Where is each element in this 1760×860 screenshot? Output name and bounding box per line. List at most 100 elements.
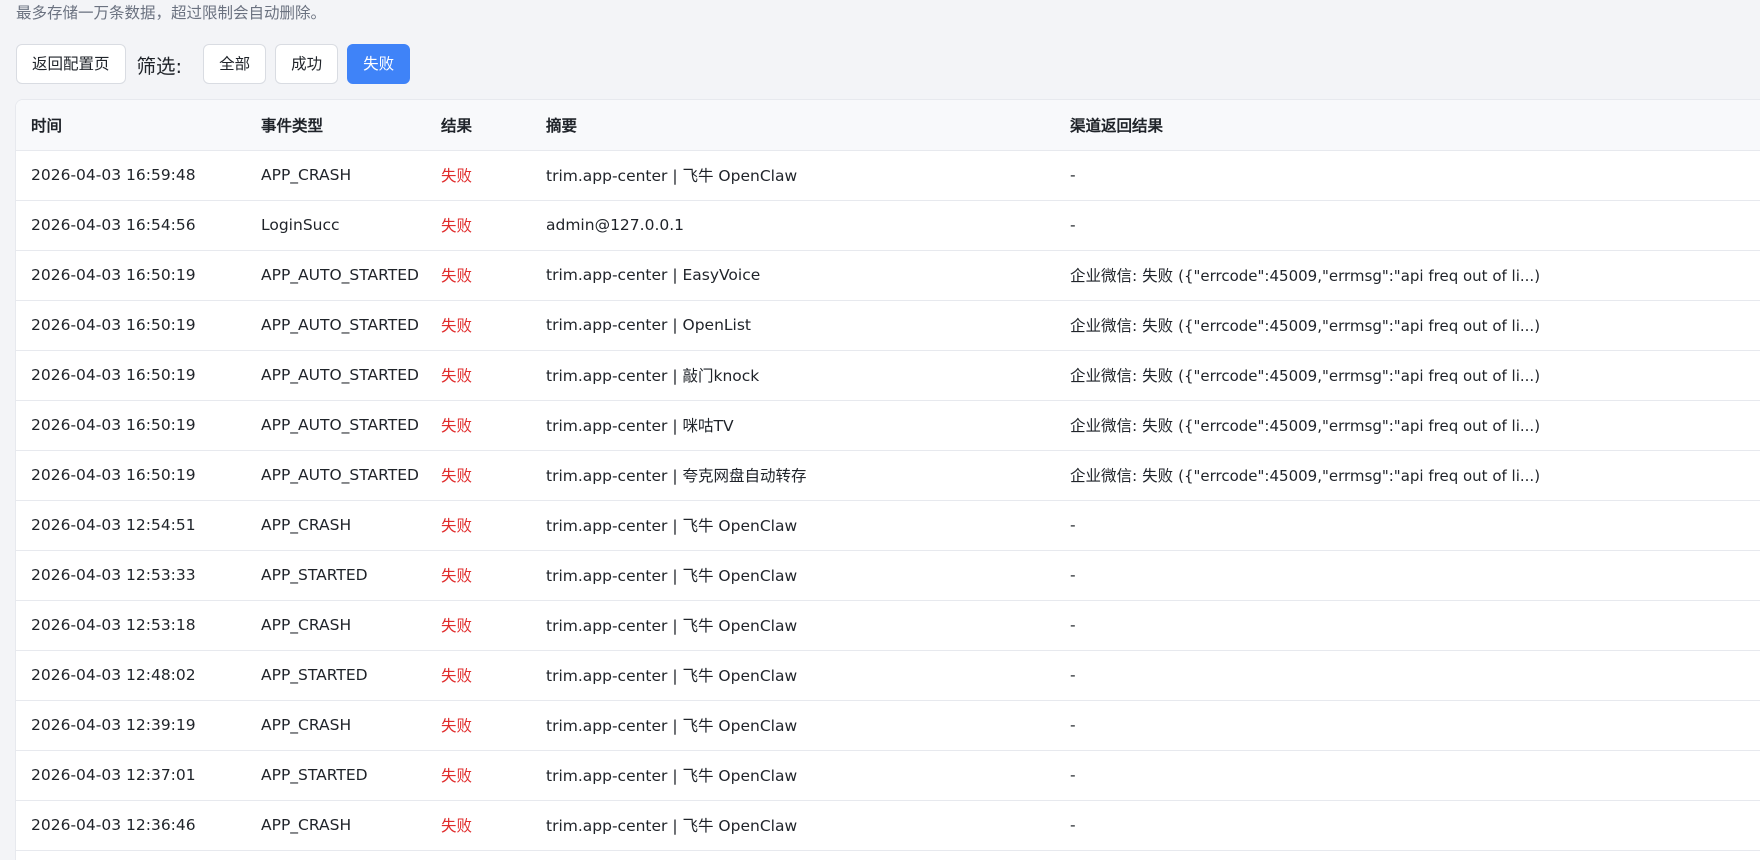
table-row: 2026-04-03 12:36:46 APP_CRASH 失败 trim.app-c… (16, 800, 1760, 851)
channel-status: - (1070, 666, 1076, 684)
cell-summary: trim.app-center | EasyVoice (531, 250, 1055, 301)
table-header-row: 时间 事件类型 结果 摘要 渠道返回结果 (16, 100, 1760, 151)
cell-result: 失败 (426, 800, 531, 851)
cell-event-type: APP_AUTO_STARTED (246, 400, 426, 451)
cell-event-type: APP_STARTED (246, 550, 426, 601)
cell-event-type: APP_AUTO_STARTED (246, 300, 426, 351)
channel-detail: ({"errcode":45009,"errmsg":"api freq out… (1178, 317, 1541, 335)
cell-time: 2026-04-03 12:53:33 (16, 550, 246, 601)
cell-time: 2026-04-03 16:50:19 (16, 400, 246, 451)
cell-summary: trim.app-center | 飞牛 OpenClaw (531, 750, 1055, 801)
column-header-time: 时间 (16, 100, 246, 151)
cell-result: 失败 (426, 250, 531, 301)
storage-notice: 最多存储一万条数据，超过限制会自动删除。 (16, 4, 327, 22)
cell-channel-result: - (1055, 600, 1760, 651)
cell-channel-result: 企业微信: 失败 ({"errcode":45009,"errmsg":"api… (1055, 400, 1760, 451)
cell-time: 2026-04-03 16:54:56 (16, 200, 246, 251)
cell-result: 失败 (426, 650, 531, 701)
cell-result: 失败 (426, 350, 531, 401)
cell-time: 2026-04-03 16:50:19 (16, 450, 246, 501)
cell-channel-result: - (1055, 500, 1760, 551)
table-row: 2026-04-03 12:48:02 APP_STARTED 失败 trim.app… (16, 650, 1760, 701)
cell-result: 失败 (426, 300, 531, 351)
channel-status: - (1070, 716, 1076, 734)
cell-time: 2026-04-03 12:37:01 (16, 750, 246, 801)
cell-event-type: APP_AUTO_STARTED (246, 250, 426, 301)
channel-status: - (1070, 516, 1076, 534)
column-header-event-type: 事件类型 (246, 100, 426, 151)
toolbar: 返回配置页 筛选: 全部 成功 失败 (16, 44, 419, 84)
table-row: 2026-04-03 16:50:19 APP_AUTO_STARTED 失败 tri… (16, 400, 1760, 451)
channel-detail: ({"errcode":45009,"errmsg":"api freq out… (1178, 267, 1541, 285)
cell-time: 2026-04-03 16:50:19 (16, 300, 246, 351)
filter-label: 筛选: (136, 54, 183, 78)
table-row: 2026-04-03 16:50:19 APP_AUTO_STARTED 失败 tri… (16, 300, 1760, 351)
cell-summary: trim.app-center | 飞牛 OpenClaw (531, 550, 1055, 601)
column-header-summary: 摘要 (531, 100, 1055, 151)
channel-detail: ({"errcode":45009,"errmsg":"api freq out… (1178, 417, 1541, 435)
cell-event-type: APP_CRASH (246, 800, 426, 851)
cell-channel-result: - (1055, 150, 1760, 201)
channel-status: - (1070, 216, 1076, 234)
table-row: 2026-04-03 16:50:19 APP_AUTO_STARTED 失败 tri… (16, 250, 1760, 301)
event-log-table: 时间 事件类型 结果 摘要 渠道返回结果 2026-04-03 16:59:48… (15, 99, 1760, 860)
cell-result: 失败 (426, 700, 531, 751)
cell-summary: trim.app-center | 飞牛 OpenClaw (531, 650, 1055, 701)
cell-event-type: APP_CRASH (246, 600, 426, 651)
cell-time: 2026-04-03 12:39:19 (16, 700, 246, 751)
cell-channel-result: 企业微信: 失败 ({"errcode":45009,"errmsg":"api… (1055, 300, 1760, 351)
cell-time: 2026-04-03 12:48:02 (16, 650, 246, 701)
cell-summary: trim.app-center | 夸克网盘自动转存 (531, 450, 1055, 501)
cell-result: 失败 (426, 600, 531, 651)
channel-status: - (1070, 616, 1076, 634)
filter-all-button[interactable]: 全部 (203, 44, 267, 84)
table-row: 2026-04-03 12:37:01 APP_STARTED 失败 trim.app… (16, 750, 1760, 801)
channel-status: 企业微信: 失败 (1070, 367, 1174, 385)
cell-result: 失败 (426, 750, 531, 801)
cell-channel-result: - (1055, 750, 1760, 801)
cell-result: 失败 (426, 450, 531, 501)
table-row: 2026-04-03 16:50:19 APP_AUTO_STARTED 失败 tri… (16, 350, 1760, 401)
filter-success-button[interactable]: 成功 (275, 44, 339, 84)
back-to-config-button[interactable]: 返回配置页 (16, 44, 126, 84)
channel-detail: ({"errcode":45009,"errmsg":"api freq out… (1178, 367, 1541, 385)
cell-time: 2026-04-03 12:53:18 (16, 600, 246, 651)
cell-event-type: APP_STARTED (246, 750, 426, 801)
table-row: 2026-04-03 12:53:18 APP_CRASH 失败 trim.app-c… (16, 600, 1760, 651)
cell-result: 失败 (426, 400, 531, 451)
cell-summary: trim.app-center | 飞牛 OpenClaw (531, 700, 1055, 751)
cell-summary: trim.app-center | 飞牛 OpenClaw (531, 600, 1055, 651)
cell-time: 2026-04-03 16:59:48 (16, 150, 246, 201)
cell-channel-result: 企业微信: 失败 ({"errcode":45009,"errmsg":"api… (1055, 250, 1760, 301)
channel-status: - (1070, 166, 1076, 184)
channel-detail: ({"errcode":45009,"errmsg":"api freq out… (1178, 467, 1541, 485)
cell-summary: trim.app-center | 飞牛 OpenClaw (531, 500, 1055, 551)
cell-channel-result: - (1055, 200, 1760, 251)
table-row: 2026-04-03 16:59:48 APP_CRASH 失败 trim.app-c… (16, 150, 1760, 201)
filter-fail-button[interactable]: 失败 (347, 44, 411, 84)
cell-result: 失败 (426, 150, 531, 201)
cell-summary: trim.app-center | OpenList (531, 300, 1055, 351)
cell-summary: admin@127.0.0.1 (531, 200, 1055, 251)
cell-result: 失败 (426, 550, 531, 601)
cell-channel-result: 企业微信: 失败 ({"errcode":45009,"errmsg":"api… (1055, 450, 1760, 501)
cell-event-type: APP_CRASH (246, 700, 426, 751)
channel-status: 企业微信: 失败 (1070, 417, 1174, 435)
table-row: 2026-04-03 16:54:56 LoginSucc 失败 admin@127.… (16, 200, 1760, 251)
channel-status: - (1070, 816, 1076, 834)
cell-channel-result: 企业微信: 失败 ({"errcode":45009,"errmsg":"api… (1055, 350, 1760, 401)
cell-channel-result: - (1055, 650, 1760, 701)
channel-status: - (1070, 766, 1076, 784)
cell-event-type: APP_CRASH (246, 500, 426, 551)
column-header-channel-result: 渠道返回结果 (1055, 100, 1760, 151)
channel-status: 企业微信: 失败 (1070, 317, 1174, 335)
channel-status: 企业微信: 失败 (1070, 467, 1174, 485)
table-row: 2026-04-03 12:54:51 APP_CRASH 失败 trim.app-c… (16, 500, 1760, 551)
cell-channel-result: - (1055, 700, 1760, 751)
cell-time: 2026-04-03 16:50:19 (16, 350, 246, 401)
cell-summary: trim.app-center | 咪咕TV (531, 400, 1055, 451)
cell-time: 2026-04-03 16:50:19 (16, 250, 246, 301)
cell-result: 失败 (426, 500, 531, 551)
column-header-result: 结果 (426, 100, 531, 151)
cell-time: 2026-04-03 12:36:46 (16, 800, 246, 851)
